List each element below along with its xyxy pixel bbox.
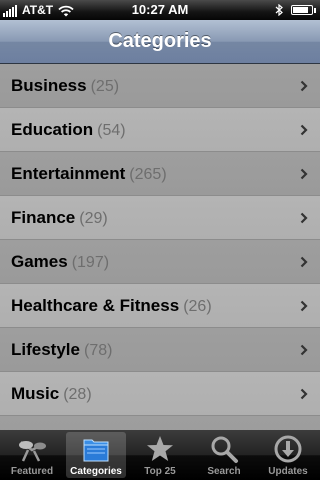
- category-count: (54): [97, 122, 126, 139]
- category-list[interactable]: Business (25) Education (54) Entertainment (2…: [0, 64, 320, 430]
- chevron-right-icon: [300, 388, 308, 400]
- battery-icon: [291, 5, 313, 15]
- category-text: Entertainment (265): [11, 152, 167, 196]
- category-label: Music: [11, 384, 60, 403]
- category-label: Entertainment: [11, 164, 126, 183]
- category-row[interactable]: Games (197): [0, 240, 320, 284]
- category-row[interactable]: Business (25): [0, 64, 320, 108]
- category-label: Education: [11, 120, 94, 139]
- category-row[interactable]: Lifestyle (78): [0, 328, 320, 372]
- chevron-right-icon: [300, 256, 308, 268]
- category-label: Business: [11, 76, 87, 95]
- status-time: 10:27 AM: [131, 2, 189, 17]
- tab-featured[interactable]: Featured: [2, 432, 62, 478]
- category-text: Business (25): [11, 64, 119, 108]
- category-text: Lifestyle (78): [11, 328, 112, 372]
- search-icon: [211, 436, 238, 463]
- category-row[interactable]: Education (54): [0, 108, 320, 152]
- category-count: (78): [83, 342, 113, 359]
- category-row[interactable]: Entertainment (265): [0, 152, 320, 196]
- battery-tip: [314, 7, 316, 13]
- updates-icon: [274, 435, 302, 463]
- category-label: Lifestyle: [11, 340, 80, 359]
- bluetooth-icon: [275, 4, 283, 16]
- category-text: Education (54): [11, 108, 126, 152]
- category-text: Games (197): [11, 240, 109, 284]
- navigation-bar: Categories: [0, 20, 320, 64]
- tab-categories[interactable]: Categories: [66, 432, 126, 478]
- category-count: (26): [183, 298, 212, 315]
- category-text: Navigation: [11, 416, 102, 430]
- featured-icon: [19, 440, 46, 462]
- category-text: Finance (29): [11, 196, 108, 240]
- tab-top-25[interactable]: Top 25: [130, 432, 190, 478]
- category-label: Healthcare & Fitness: [11, 296, 180, 315]
- tab-label: Featured: [10, 466, 54, 477]
- chevron-right-icon: [300, 168, 308, 180]
- chevron-right-icon: [300, 212, 308, 224]
- tab-bar: Featured Categories Top 25 Search Update…: [0, 430, 320, 480]
- category-count: (28): [63, 386, 92, 403]
- tab-label: Top 25: [144, 466, 176, 477]
- tab-search[interactable]: Search: [194, 432, 254, 478]
- category-text: Music (28): [11, 372, 92, 416]
- category-label: Games: [11, 252, 68, 271]
- category-row[interactable]: Music (28): [0, 372, 320, 416]
- tab-label: Updates: [268, 466, 308, 477]
- status-right: [275, 3, 316, 17]
- category-label: Finance: [11, 208, 76, 227]
- chevron-right-icon: [300, 80, 308, 92]
- chevron-right-icon: [300, 300, 308, 312]
- category-count: (25): [90, 78, 120, 95]
- star-icon: [147, 436, 173, 461]
- tab-label: Search: [207, 466, 241, 477]
- battery-level: [293, 7, 308, 13]
- tab-updates[interactable]: Updates: [258, 432, 318, 478]
- category-row[interactable]: Finance (29): [0, 196, 320, 240]
- category-row[interactable]: Navigation: [0, 416, 320, 430]
- tab-label: Categories: [70, 466, 122, 477]
- categories-icon: [83, 439, 109, 462]
- category-count: (29): [79, 210, 108, 227]
- category-text: Healthcare & Fitness (26): [11, 284, 212, 328]
- category-count: (197): [71, 254, 110, 271]
- chevron-right-icon: [300, 344, 308, 356]
- chevron-right-icon: [300, 124, 308, 136]
- page-title: Categories: [108, 30, 212, 52]
- category-count: (265): [129, 166, 167, 183]
- category-row[interactable]: Healthcare & Fitness (26): [0, 284, 320, 328]
- status-bar: AT&T 10:27 AM: [0, 0, 320, 20]
